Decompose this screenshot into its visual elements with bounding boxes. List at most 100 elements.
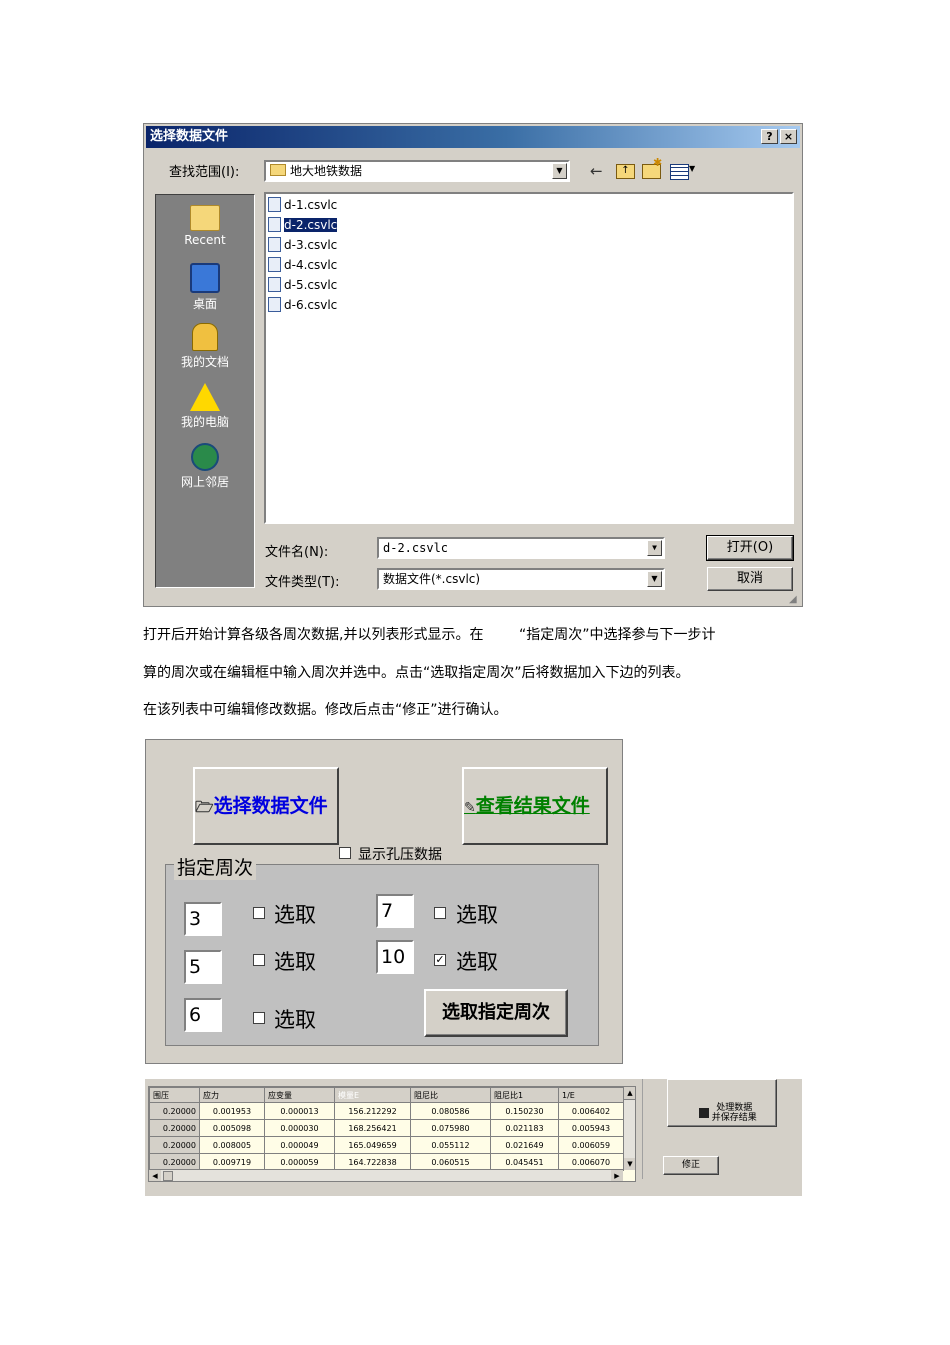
list-item[interactable]: d-1.csvlc bbox=[268, 196, 337, 214]
horizontal-scrollbar[interactable]: ◀ ▶ bbox=[149, 1169, 623, 1181]
grid-cell[interactable]: 0.075980 bbox=[410, 1119, 491, 1137]
grid-header[interactable]: 1/E bbox=[558, 1087, 624, 1103]
process-and-save-button[interactable]: 处理数据 并保存结果 bbox=[667, 1079, 777, 1127]
grid-cell[interactable]: 0.006059 bbox=[558, 1136, 624, 1154]
dialog-title: 选择数据文件 bbox=[146, 126, 800, 148]
cycle-input-2[interactable]: 7 bbox=[376, 894, 414, 928]
paragraph-line: 打开后开始计算各级各周次数据,并以列表形式显示。在 “指定周次”中选择参与下一步… bbox=[143, 627, 716, 643]
place-desktop[interactable]: 桌面 bbox=[156, 263, 254, 312]
cancel-button[interactable]: 取消 bbox=[707, 567, 793, 591]
resize-grip-icon[interactable]: ◢ bbox=[789, 594, 797, 605]
grid-cell[interactable]: 0.021183 bbox=[490, 1119, 559, 1137]
grid-header[interactable]: 模量E bbox=[334, 1087, 411, 1103]
grid-cell[interactable]: 0.006070 bbox=[558, 1153, 624, 1171]
chevron-down-icon[interactable]: ▼ bbox=[647, 540, 662, 556]
table-row[interactable]: 0.20000 0.005098 0.000030 168.256421 0.0… bbox=[149, 1119, 624, 1137]
cycle-input-1[interactable]: 3 bbox=[184, 902, 222, 936]
chevron-down-icon[interactable]: ▼ bbox=[647, 571, 662, 587]
grid-cell[interactable]: 0.009719 bbox=[199, 1153, 265, 1171]
scroll-left-icon[interactable]: ◀ bbox=[149, 1170, 161, 1181]
grid-cell[interactable]: 156.212292 bbox=[334, 1102, 411, 1120]
place-recent[interactable]: Recent bbox=[156, 205, 254, 247]
show-pore-pressure-checkbox[interactable] bbox=[339, 847, 351, 859]
grid-header[interactable]: 阻尼比 bbox=[410, 1087, 491, 1103]
cycle-checkbox-4[interactable]: ✓ bbox=[434, 954, 446, 966]
back-icon[interactable]: ← bbox=[590, 162, 603, 180]
grid-header[interactable]: 围压 bbox=[149, 1087, 200, 1103]
grid-cell[interactable]: 0.000013 bbox=[264, 1102, 335, 1120]
close-button[interactable]: × bbox=[780, 129, 797, 144]
data-grid[interactable]: 围压 应力 应变量 模量E 阻尼比 阻尼比1 1/E 0.20000 0.001… bbox=[148, 1086, 636, 1182]
filename-input[interactable]: d-2.csvlc ▼ bbox=[377, 537, 665, 559]
grid-header[interactable]: 应变量 bbox=[264, 1087, 335, 1103]
select-data-file-button[interactable]: 🗁选择数据文件 bbox=[193, 767, 339, 845]
place-network[interactable]: 网上邻居 bbox=[156, 443, 254, 490]
open-button[interactable]: 打开(O) bbox=[706, 535, 794, 561]
scroll-down-icon[interactable]: ▼ bbox=[624, 1158, 635, 1170]
grid-cell[interactable]: 0.045451 bbox=[490, 1153, 559, 1171]
grid-cell[interactable]: 0.20000 bbox=[149, 1153, 200, 1171]
scroll-right-icon[interactable]: ▶ bbox=[611, 1170, 623, 1181]
cycle-checkbox-1[interactable] bbox=[253, 907, 265, 919]
grid-cell[interactable]: 168.256421 bbox=[334, 1119, 411, 1137]
list-item[interactable]: d-3.csvlc bbox=[268, 236, 337, 254]
list-item[interactable]: d-4.csvlc bbox=[268, 256, 337, 274]
chevron-down-icon[interactable]: ▼ bbox=[552, 163, 567, 179]
grid-cell[interactable]: 0.080586 bbox=[410, 1102, 491, 1120]
cycle-checkbox-5[interactable] bbox=[253, 1012, 265, 1024]
table-row[interactable]: 0.20000 0.008005 0.000049 165.049659 0.0… bbox=[149, 1136, 624, 1154]
show-pore-pressure-label: 显示孔压数据 bbox=[358, 847, 442, 863]
cycle-group: 指定周次 3 选取 7 选取 5 选取 10 ✓ 选取 6 选取 选取指定周次 bbox=[165, 853, 599, 1046]
grid-cell[interactable]: 0.000059 bbox=[264, 1153, 335, 1171]
grid-cell[interactable]: 0.20000 bbox=[149, 1102, 200, 1120]
grid-cell[interactable]: 0.021649 bbox=[490, 1136, 559, 1154]
file-icon bbox=[268, 217, 281, 232]
grid-cell[interactable]: 0.005098 bbox=[199, 1119, 265, 1137]
place-label: Recent bbox=[184, 233, 226, 247]
cycle-checkbox-3[interactable] bbox=[253, 954, 265, 966]
grid-cell[interactable]: 0.055112 bbox=[410, 1136, 491, 1154]
grid-cell[interactable]: 0.060515 bbox=[410, 1153, 491, 1171]
grid-cell[interactable]: 165.049659 bbox=[334, 1136, 411, 1154]
grid-cell[interactable]: 0.006402 bbox=[558, 1102, 624, 1120]
grid-header[interactable]: 应力 bbox=[199, 1087, 265, 1103]
cycle-input-4[interactable]: 10 bbox=[376, 940, 414, 974]
table-row[interactable]: 0.20000 0.001953 0.000013 156.212292 0.0… bbox=[149, 1102, 624, 1120]
look-in-combo[interactable]: 地大地铁数据 ▼ bbox=[264, 160, 570, 182]
grid-header-row: 围压 应力 应变量 模量E 阻尼比 阻尼比1 1/E bbox=[149, 1087, 624, 1103]
fix-button[interactable]: 修正 bbox=[663, 1156, 719, 1175]
grid-cell[interactable]: 0.005943 bbox=[558, 1119, 624, 1137]
grid-cell[interactable]: 0.20000 bbox=[149, 1136, 200, 1154]
vertical-scrollbar[interactable]: ▲ ▼ bbox=[623, 1087, 635, 1170]
desktop-icon bbox=[190, 263, 220, 293]
cycle-input-3[interactable]: 5 bbox=[184, 950, 222, 984]
place-computer[interactable]: 我的电脑 bbox=[156, 383, 254, 430]
grid-cell[interactable]: 0.000030 bbox=[264, 1119, 335, 1137]
list-item[interactable]: d-2.csvlc bbox=[268, 216, 339, 234]
list-item[interactable]: d-6.csvlc bbox=[268, 296, 337, 314]
cycle-input-5[interactable]: 6 bbox=[184, 998, 222, 1032]
chevron-down-icon[interactable]: ▼ bbox=[689, 164, 695, 173]
table-row[interactable]: 0.20000 0.009719 0.000059 164.722838 0.0… bbox=[149, 1153, 624, 1171]
grid-cell[interactable]: 0.150230 bbox=[490, 1102, 559, 1120]
grid-cell[interactable]: 0.20000 bbox=[149, 1119, 200, 1137]
grid-cell[interactable]: 0.001953 bbox=[199, 1102, 265, 1120]
grid-cell[interactable]: 0.000049 bbox=[264, 1136, 335, 1154]
grid-cell[interactable]: 164.722838 bbox=[334, 1153, 411, 1171]
cycle-label: 选取 bbox=[274, 903, 316, 927]
select-cycles-button[interactable]: 选取指定周次 bbox=[424, 989, 568, 1037]
view-menu-icon[interactable] bbox=[670, 164, 689, 180]
cycle-checkbox-2[interactable] bbox=[434, 907, 446, 919]
up-folder-icon[interactable]: ↑ bbox=[616, 164, 635, 179]
grid-cell[interactable]: 0.008005 bbox=[199, 1136, 265, 1154]
grid-header[interactable]: 阻尼比1 bbox=[490, 1087, 559, 1103]
view-result-file-button[interactable]: ✎查看结果文件 bbox=[462, 767, 608, 845]
help-button[interactable]: ? bbox=[761, 129, 778, 144]
scroll-thumb[interactable] bbox=[163, 1171, 173, 1181]
scroll-up-icon[interactable]: ▲ bbox=[624, 1087, 635, 1100]
filetype-select[interactable]: 数据文件(*.csvlc) ▼ bbox=[377, 568, 665, 590]
file-list[interactable]: d-1.csvlc d-2.csvlc d-3.csvlc d-4.csvlc … bbox=[264, 192, 794, 524]
file-icon bbox=[268, 277, 281, 292]
place-documents[interactable]: 我的文档 bbox=[156, 323, 254, 370]
list-item[interactable]: d-5.csvlc bbox=[268, 276, 337, 294]
